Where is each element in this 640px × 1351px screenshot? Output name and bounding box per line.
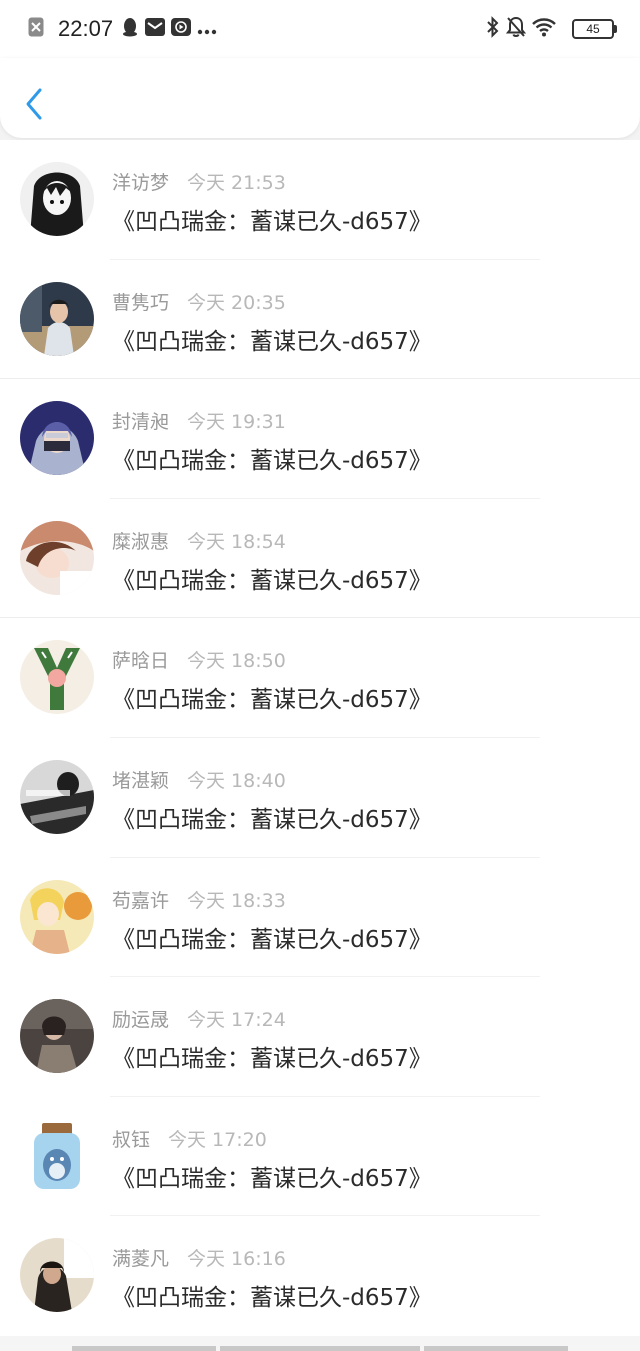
message-text: 《凹凸瑞金：蓄谋已久-d657》	[112, 567, 432, 594]
avatar[interactable]	[20, 879, 94, 954]
status-bar: 22:07 45	[0, 0, 640, 58]
avatar[interactable]	[20, 162, 94, 236]
sender-name: 曹隽巧	[112, 291, 170, 314]
avatar[interactable]	[20, 1238, 94, 1313]
message-time: 今天 17:20	[168, 1128, 267, 1151]
message-text: 《凹凸瑞金：蓄谋已久-d657》	[112, 1285, 432, 1312]
message-time: 今天 18:33	[187, 889, 286, 912]
sender-name: 洋访梦	[112, 172, 170, 194]
message-meta: 苟嘉许 今天 18:33	[112, 886, 286, 913]
nav-bar	[0, 58, 640, 138]
avatar[interactable]	[20, 999, 94, 1074]
message-meta: 堵湛颖 今天 18:40	[112, 766, 286, 793]
more-dots-icon	[197, 20, 217, 39]
message-time: 今天 19:31	[187, 411, 286, 434]
sender-name: 封清昶	[112, 411, 170, 434]
bottom-tab-indicator	[424, 1346, 568, 1351]
message-time: 今天 21:53	[187, 172, 286, 194]
mute-bell-icon	[505, 16, 527, 42]
battery-icon: 45	[572, 19, 617, 39]
message-meta: 满菱凡 今天 16:16	[112, 1244, 286, 1271]
list-item[interactable]: 苟嘉许 今天 18:33 《凹凸瑞金：蓄谋已久-d657》	[0, 858, 640, 978]
wifi-icon	[532, 17, 556, 41]
status-right: 45	[486, 16, 617, 42]
media-icon	[171, 18, 192, 40]
message-time: 今天 18:50	[187, 650, 286, 673]
status-left: 22:07	[28, 16, 223, 42]
list-item[interactable]: 堵湛颖 今天 18:40 《凹凸瑞金：蓄谋已久-d657》	[0, 738, 640, 858]
message-time: 今天 16:16	[187, 1248, 286, 1271]
message-meta: 糜淑惠 今天 18:54	[112, 527, 286, 554]
message-text: 《凹凸瑞金：蓄谋已久-d657》	[112, 328, 432, 355]
status-time: 22:07	[58, 16, 114, 41]
avatar[interactable]	[20, 401, 94, 476]
message-text: 《凹凸瑞金：蓄谋已久-d657》	[112, 448, 432, 475]
bottom-bar	[0, 1336, 640, 1351]
bluetooth-icon	[486, 16, 500, 42]
message-time: 今天 18:40	[187, 769, 286, 792]
sender-name: 堵湛颖	[112, 769, 170, 792]
back-button[interactable]	[20, 86, 50, 122]
message-meta: 封清昶 今天 19:31	[112, 407, 286, 434]
message-text: 《凹凸瑞金：蓄谋已久-d657》	[112, 209, 432, 235]
bottom-tab-indicator	[72, 1346, 216, 1351]
list-item[interactable]: 励运晟 今天 17:24 《凹凸瑞金：蓄谋已久-d657》	[0, 977, 640, 1097]
avatar[interactable]	[20, 1118, 94, 1193]
list-item[interactable]: 封清昶 今天 19:31 《凹凸瑞金：蓄谋已久-d657》	[0, 379, 640, 499]
message-text: 《凹凸瑞金：蓄谋已久-d657》	[112, 1165, 432, 1192]
message-meta: 洋访梦 今天 21:53	[112, 168, 286, 195]
list-item[interactable]: 洋访梦 今天 21:53 《凹凸瑞金：蓄谋已久-d657》	[0, 140, 640, 260]
sender-name: 糜淑惠	[112, 530, 170, 553]
message-meta: 叔钰 今天 17:20	[112, 1125, 267, 1152]
sender-name: 满菱凡	[112, 1248, 170, 1271]
close-box-icon	[28, 17, 44, 41]
message-time: 今天 20:35	[187, 291, 286, 314]
list-item[interactable]: 叔钰 今天 17:20 《凹凸瑞金：蓄谋已久-d657》	[0, 1097, 640, 1217]
avatar[interactable]	[20, 520, 94, 595]
list-item[interactable]: 萨晗日 今天 18:50 《凹凸瑞金：蓄谋已久-d657》	[0, 618, 640, 738]
sender-name: 苟嘉许	[112, 889, 170, 912]
message-time: 今天 18:54	[187, 530, 286, 553]
avatar[interactable]	[20, 640, 94, 715]
qq-penguin-icon	[121, 17, 139, 41]
message-text: 《凹凸瑞金：蓄谋已久-d657》	[112, 687, 432, 714]
message-meta: 萨晗日 今天 18:50	[112, 646, 286, 673]
list-item[interactable]: 满菱凡 今天 16:16 《凹凸瑞金：蓄谋已久-d657》	[0, 1216, 640, 1336]
message-meta: 励运晟 今天 17:24	[112, 1005, 286, 1032]
sender-name: 萨晗日	[112, 650, 170, 673]
message-text: 《凹凸瑞金：蓄谋已久-d657》	[112, 926, 432, 953]
avatar[interactable]	[20, 281, 94, 356]
chevron-left-icon	[26, 88, 42, 120]
message-time: 今天 17:24	[187, 1009, 286, 1032]
message-text: 《凹凸瑞金：蓄谋已久-d657》	[112, 1046, 432, 1073]
avatar[interactable]	[20, 759, 94, 834]
message-text: 《凹凸瑞金：蓄谋已久-d657》	[112, 806, 432, 833]
sender-name: 励运晟	[112, 1009, 170, 1032]
sender-name: 叔钰	[112, 1128, 151, 1151]
message-meta: 曹隽巧 今天 20:35	[112, 288, 286, 315]
list-item[interactable]: 糜淑惠 今天 18:54 《凹凸瑞金：蓄谋已久-d657》	[0, 499, 640, 619]
message-list: 洋访梦 今天 21:53 《凹凸瑞金：蓄谋已久-d657》 曹隽巧 今天 20:…	[0, 140, 640, 1336]
bottom-tab-indicator	[220, 1346, 420, 1351]
list-item[interactable]: 曹隽巧 今天 20:35 《凹凸瑞金：蓄谋已久-d657》	[0, 260, 640, 380]
mail-icon	[145, 18, 166, 40]
